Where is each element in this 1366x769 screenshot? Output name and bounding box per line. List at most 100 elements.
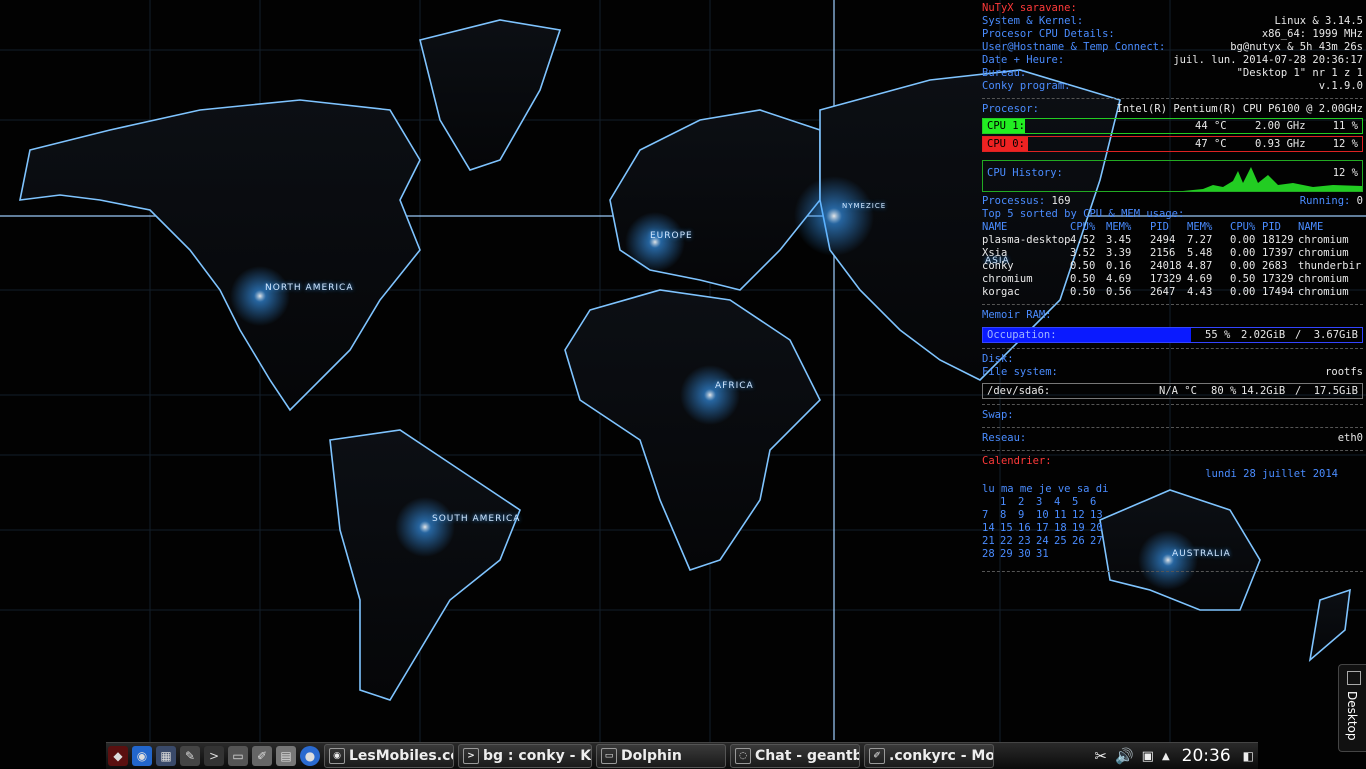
chromium-launcher-icon[interactable]: ● [300,746,320,766]
dev-used: 14.2GiB [1241,385,1286,397]
cpu1-bar: CPU 1: 44 °C 2.00 GHz 11 % [982,118,1363,134]
calendar-day: 7 [982,509,989,521]
disk-bar: /dev/sda6: N/A °C 80 % 14.2GiB / 17.5GiB [982,383,1363,399]
processor-label: Procesor: [982,103,1039,115]
conky-panel: NuTyX saravane: System & Kernel: Linux & … [982,2,1363,576]
files-launcher-icon[interactable]: ▤ [276,746,296,766]
process-table-cell: Xsia [982,247,1008,259]
desktop-icon [1347,671,1361,685]
program-value: v.1.9.0 [1318,80,1363,92]
process-table-header: CPU% [1070,221,1096,233]
terminal-icon: > [463,748,479,764]
terminal-launcher-icon[interactable]: > [204,746,224,766]
dev-temp: N/A °C [1159,385,1197,397]
process-table-cell: chromium [1298,286,1349,298]
date-label: Date + Heure: [982,54,1065,66]
tools-launcher-icon[interactable]: ✎ [180,746,200,766]
clipboard-scissors-icon[interactable]: ✂ [1094,747,1107,765]
cpu-history-sparkline [1183,167,1362,191]
ram-bar: Occupation: 55 % 2.02GiB / 3.67GiB [982,327,1363,343]
process-table-cell: 2494 [1150,234,1176,246]
dev-sep: / [1295,385,1302,397]
calendar-week: 7 8 9 10 11 12 13 [982,509,1363,522]
task-conkyrc[interactable]: ✐ .conkyrc - Mou [864,744,994,768]
tray-expand-arrow-icon[interactable]: ▲ [1162,751,1170,762]
cpu1-freq: 2.00 GHz [1255,120,1306,132]
top-label: Top 5 sorted by CPU & MEM usage: [982,208,1185,220]
process-table-header: NAME [1298,221,1324,233]
process-table-cell: 4.52 [1070,234,1096,246]
process-table-cell: 3.39 [1106,247,1132,259]
calendar-day: 28 [982,548,995,560]
process-table: NAME CPU% MEM% PID MEM% CPU% PID NAME plasma-des… [982,221,1363,299]
calculator-launcher-icon[interactable]: ▦ [156,746,176,766]
system-tray: ✂ 🔊 ▣ ▲ 20:36 ◧ [1090,746,1258,766]
calendar-day: 12 [1072,509,1085,521]
reseau-label: Reseau: [982,432,1027,444]
window-icon: ◉ [329,748,345,764]
occupation-label: Occupation: [987,329,1057,341]
map-label-nymezice: NYMEZICE [842,202,887,210]
cpu0-pct: 12 % [1332,138,1358,150]
calendar-day: 24 [1036,535,1049,547]
clock[interactable]: 20:36 [1182,746,1231,766]
task-conky-konsole[interactable]: > bg : conky - Ko [458,744,592,768]
folder-icon: ▭ [601,748,617,764]
process-table-cell: 4.69 [1187,273,1213,285]
browser-launcher-icon[interactable]: ◉ [132,746,152,766]
bureau-label: Bureau: [982,67,1027,79]
network-icon[interactable]: ▣ [1142,749,1154,764]
divider [982,450,1363,451]
task-dolphin[interactable]: ▭ Dolphin [596,744,726,768]
kickoff-launcher-icon[interactable]: ◆ [108,746,128,766]
calendar: lu ma me je ve sa di 1 2 3 4 5 6 7 8 9 10 11 12 13 14… [982,483,1363,561]
user-value: bg@nutyx & 5h 43m 26s [1230,41,1363,53]
process-table-cell: chromium [1298,273,1349,285]
process-table-cell: 0.50 [1230,273,1256,285]
calendar-day: 17 [1036,522,1049,534]
calendar-day: 15 [1000,522,1013,534]
divider [982,98,1363,99]
calendar-day: 21 [982,535,995,547]
process-table-cell: conky [982,260,1014,272]
task-chat[interactable]: ◌ Chat - geantbr [730,744,860,768]
calendar-week: 14 15 16 17 18 19 20 [982,522,1363,535]
processus-label: Processus: 169 [982,195,1071,207]
disk-label: Disk: [982,353,1014,365]
calendar-day: 25 [1054,535,1067,547]
calendar-week: 21 22 23 24 25 26 27 [982,535,1363,548]
calendar-day: 5 [1072,496,1079,508]
chat-icon: ◌ [735,748,751,764]
system-label: System & Kernel: [982,15,1084,27]
process-table-header: PID [1150,221,1169,233]
process-table-cell: 17494 [1262,286,1294,298]
process-table-cell: plasma-desktop [982,234,1071,246]
divider [982,304,1363,305]
editor-launcher-icon[interactable]: ✐ [252,746,272,766]
calendar-day: 9 [1018,509,1025,521]
calendar-day: 16 [1018,522,1031,534]
occupation-total: 3.67GiB [1313,329,1358,341]
editor-icon: ✐ [869,748,885,764]
process-table-cell: 0.00 [1230,234,1256,246]
process-table-cell: 2647 [1150,286,1176,298]
volume-icon[interactable]: 🔊 [1115,747,1134,765]
divider [982,404,1363,405]
task-lesmobiles[interactable]: ◉LesMobiles.com [324,744,454,768]
calendar-day: 6 [1090,496,1097,508]
monitor-launcher-icon[interactable]: ▭ [228,746,248,766]
desktop-activity-tab[interactable]: Desktop [1338,664,1366,752]
dev-total: 17.5GiB [1313,385,1358,397]
panel-toolbox-icon[interactable]: ◧ [1243,749,1254,763]
process-table-cell: chromium [1298,247,1349,259]
running-info: Running: 0 [1299,195,1363,207]
bureau-value: "Desktop 1" nr 1 z 1 [1236,67,1363,79]
process-table-cell: 0.56 [1106,286,1132,298]
process-table-cell: 5.48 [1187,247,1213,259]
process-table-header: CPU% [1230,221,1256,233]
cpu0-temp: 47 °C [1195,138,1227,150]
processor-value: Intel(R) Pentium(R) CPU P6100 @ 2.00GHz [1116,103,1363,115]
process-table-cell: chromium [1298,234,1349,246]
cpu1-label: CPU 1: [987,120,1025,132]
calendar-day: 3 [1036,496,1043,508]
